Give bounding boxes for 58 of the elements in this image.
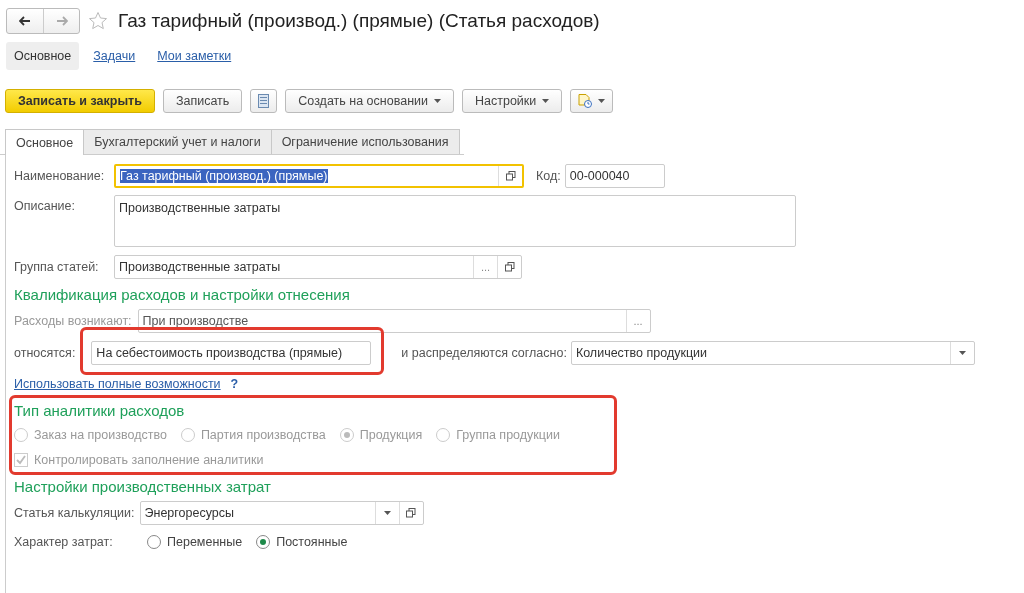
full-features-link[interactable]: Использовать полные возможности [14, 377, 221, 391]
section-link[interactable]: Основное [6, 42, 80, 70]
description-field[interactable]: Производственные затраты [114, 195, 796, 247]
radio-button[interactable] [147, 535, 161, 549]
radio-label: Продукция [359, 428, 423, 442]
caret-icon [542, 99, 550, 103]
choose-button[interactable]: ... [473, 256, 497, 278]
dropdown-button[interactable]: Создать на основании [285, 89, 454, 113]
radio-label: Партия производства [200, 428, 326, 442]
help-link[interactable]: ? [230, 377, 239, 391]
field-label: Характер затрат: [14, 535, 114, 549]
save-and-close-button[interactable]: Записать и закрыть [5, 89, 155, 113]
open-icon [406, 508, 416, 518]
open-icon [505, 171, 516, 181]
back-arrow-icon [19, 16, 31, 26]
report-icon [578, 94, 593, 108]
caret-icon [383, 511, 391, 515]
open-icon [504, 262, 515, 272]
checkbox-label: Контролировать заполнение аналитики [34, 453, 264, 467]
group-field[interactable]: Производственные затраты ... [114, 255, 522, 279]
section-heading: Квалификация расходов и настройки отнесения [14, 285, 351, 305]
calculation-item-field[interactable]: Энергоресурсы [139, 501, 424, 525]
list-icon [258, 94, 270, 108]
name-field[interactable]: Газ тарифный (производ.) (прямые) [114, 164, 524, 188]
field-label: и распределяются согласно: [401, 346, 567, 360]
field-label: Описание: [14, 198, 76, 213]
field-label: Группа статей: [14, 260, 100, 274]
caret-icon [598, 99, 606, 103]
check-icon [15, 454, 27, 466]
field-label: Расходы возникают: [14, 314, 132, 328]
tab[interactable]: Ограничение использования [270, 129, 460, 154]
radio-button[interactable] [256, 535, 271, 549]
radio-label: Заказ на производство [34, 428, 167, 442]
report-menu-button[interactable] [570, 89, 614, 113]
tab[interactable]: Основное [5, 129, 85, 155]
code-field[interactable]: 00-000040 [564, 164, 665, 188]
section-link[interactable]: Задачи [85, 42, 144, 70]
field-label: Статья калькуляции: [14, 506, 135, 520]
radio-label: Постоянные [276, 535, 348, 549]
distribute-field[interactable]: Количество продукции [570, 341, 975, 365]
radio-label: Переменные [167, 535, 243, 549]
field-label: Наименование: [14, 169, 106, 183]
dropdown-button[interactable]: Настройки [462, 89, 563, 113]
save-button[interactable]: Записать [162, 89, 243, 113]
caret-icon [434, 99, 441, 103]
radio-label: Группа продукции [456, 428, 560, 442]
relate-field[interactable]: На себестоимость производства (прямые) [91, 341, 372, 365]
list-button[interactable] [250, 89, 278, 113]
field-label: относятся: [14, 346, 76, 360]
forward-arrow-icon [55, 16, 68, 26]
section-heading: Настройки производственных затрат [14, 477, 272, 497]
tab[interactable]: Бухгалтерский учет и налоги [83, 129, 272, 154]
star-icon[interactable] [88, 11, 108, 31]
window-title: Газ тарифный (производ.) (прямые) (Статья расходов) [118, 10, 600, 32]
section-link[interactable]: Мои заметки [149, 42, 240, 70]
field-label: Код: [536, 169, 561, 183]
caret-icon [958, 351, 966, 355]
section-heading: Тип аналитики расходов [14, 401, 186, 421]
